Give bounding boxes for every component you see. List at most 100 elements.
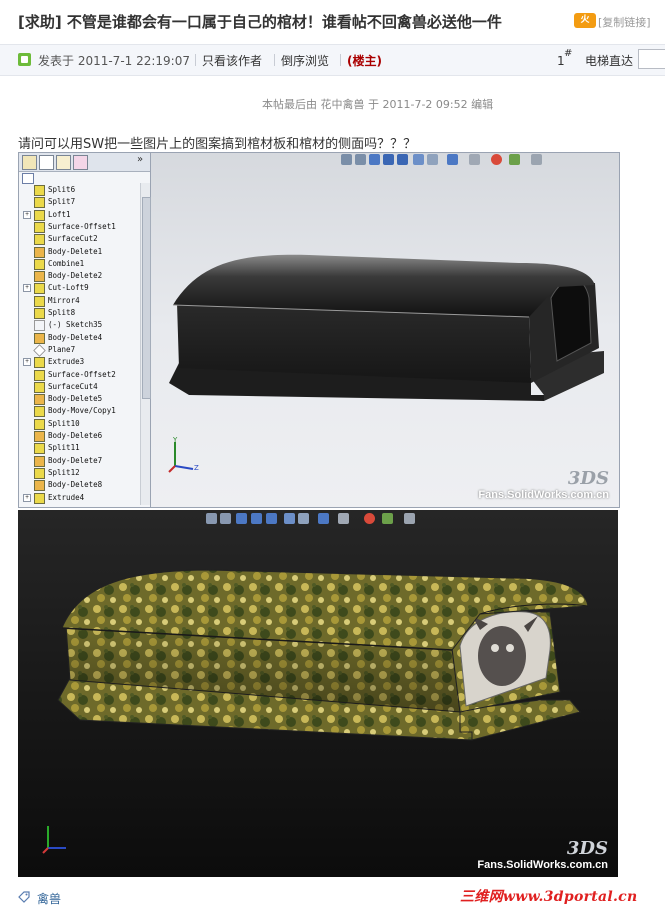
feature-tree-item-label: SurfaceCut2 xyxy=(48,234,98,244)
previous-view-icon[interactable] xyxy=(369,154,380,165)
rotate-icon[interactable] xyxy=(251,513,262,524)
hide-show-icon[interactable] xyxy=(338,513,349,524)
feature-tree-item-label: SurfaceCut4 xyxy=(48,381,98,391)
view-orientation-icon[interactable] xyxy=(298,513,309,524)
expand-icon[interactable]: + xyxy=(23,493,31,502)
feature-tree-item[interactable]: Split11 xyxy=(23,442,143,455)
feature-tree-item[interactable]: Mirror4 xyxy=(23,295,143,307)
feature-tree-item-label: Mirror4 xyxy=(48,295,80,305)
feature-tree-item[interactable]: SurfaceCut4 xyxy=(23,381,143,393)
previous-view-icon[interactable] xyxy=(236,513,247,524)
mirror-icon xyxy=(34,295,45,307)
feature-tree-item-label: Split10 xyxy=(48,418,80,428)
loft-icon xyxy=(34,209,45,221)
feature-tree-item[interactable]: Body-Delete6 xyxy=(23,430,143,442)
feature-tree-item[interactable]: SurfaceCut2 xyxy=(23,233,143,246)
hide-show-icon[interactable] xyxy=(469,154,480,165)
display-style-icon[interactable] xyxy=(318,513,329,524)
divider xyxy=(274,54,275,66)
feature-tree-item-label: Body-Delete5 xyxy=(48,394,103,404)
feature-tree-item[interactable]: Split10 xyxy=(23,418,143,430)
feature-tree-item[interactable]: Body-Delete7 xyxy=(23,455,143,467)
title-row: [求助] 不管是谁都会有一口属于自己的棺材！谁看帖不回禽兽必送他一件 火 [复制… xyxy=(18,8,658,34)
view-settings-icon[interactable] xyxy=(531,154,542,165)
rotate-icon[interactable] xyxy=(383,154,394,165)
filter-icon[interactable] xyxy=(22,173,34,184)
delete-icon xyxy=(34,455,45,467)
feature-tree-item[interactable]: Body-Delete4 xyxy=(23,332,143,344)
zoom-to-fit-icon[interactable] xyxy=(341,154,352,165)
expand-panel-icon[interactable]: » xyxy=(137,154,143,165)
zoom-area-icon[interactable] xyxy=(355,154,366,165)
section-view-icon[interactable] xyxy=(284,513,295,524)
feature-tree-item-label: Body-Move/Copy1 xyxy=(48,406,116,416)
feature-tree-scrollbar[interactable] xyxy=(140,183,151,505)
delete-icon xyxy=(34,271,45,283)
feature-tree-item[interactable]: Split7 xyxy=(23,196,143,209)
feature-tree-item[interactable]: Split6 xyxy=(23,184,143,196)
config-tab-icon[interactable] xyxy=(56,155,71,170)
ds-logo-icon: 3DS xyxy=(566,838,608,859)
display-style-icon[interactable] xyxy=(447,154,458,165)
cut-icon xyxy=(34,283,45,295)
feature-tree-item-label: Split8 xyxy=(48,308,76,317)
coffin-model-black[interactable] xyxy=(159,243,609,418)
feature-tree-tab-icon[interactable] xyxy=(22,155,37,170)
surface-icon xyxy=(34,234,45,246)
zoom-area-icon[interactable] xyxy=(220,513,231,524)
dimxpert-tab-icon[interactable] xyxy=(73,155,88,170)
elevator-input[interactable] xyxy=(638,49,665,69)
feature-tree-item[interactable]: Body-Delete8 xyxy=(23,479,143,492)
feature-tree-item[interactable]: + Extrude3 xyxy=(23,356,143,369)
view-orientation-icon[interactable] xyxy=(427,154,438,165)
expand-icon[interactable]: + xyxy=(23,284,31,293)
reverse-order-link[interactable]: 倒序浏览 xyxy=(281,52,329,69)
pan-icon[interactable] xyxy=(266,513,277,524)
feature-tree-item[interactable]: Plane7 xyxy=(23,344,143,357)
user-tag-link[interactable]: 禽兽 xyxy=(37,890,61,907)
feature-tree-item-label: Surface-Offset1 xyxy=(48,221,116,231)
feature-tree-item[interactable]: Body-Delete1 xyxy=(23,246,143,258)
feature-tree-item[interactable]: Body-Move/Copy1 xyxy=(23,405,143,418)
ds-logo-icon: 3DS xyxy=(567,468,609,489)
scene-icon[interactable] xyxy=(382,513,393,524)
scene-icon[interactable] xyxy=(509,154,520,165)
feature-tree-item-label: Body-Delete8 xyxy=(48,480,103,490)
site-watermark: 三维网www.3dportal.cn xyxy=(460,889,638,905)
zoom-to-fit-icon[interactable] xyxy=(206,513,217,524)
coffin-model-textured[interactable] xyxy=(40,560,600,785)
feature-tree-item[interactable]: Body-Delete5 xyxy=(23,393,143,406)
feature-tree-item[interactable]: Body-Delete2 xyxy=(23,270,143,283)
floor-symbol: # xyxy=(564,48,573,59)
pan-icon[interactable] xyxy=(397,154,408,165)
delete-icon xyxy=(34,480,45,492)
expand-icon[interactable]: + xyxy=(23,210,31,219)
feature-tree-item[interactable]: Split8 xyxy=(23,307,143,319)
feature-tree-item-label: Plane7 xyxy=(48,344,76,354)
scrollbar-thumb[interactable] xyxy=(142,197,151,399)
feature-tree-item[interactable]: + Cut-Loft9 xyxy=(23,282,143,295)
copy-link-button[interactable]: [复制链接] xyxy=(598,14,651,30)
appearance-icon[interactable] xyxy=(364,513,375,524)
graphics-viewport-1[interactable]: Y Z 3DS Fans.SolidWorks.com.cn xyxy=(151,153,619,507)
feature-tree-item[interactable]: + Extrude4 xyxy=(23,492,143,504)
feature-tree-item-label: Extrude3 xyxy=(48,357,85,367)
feature-tree-item[interactable]: Split12 xyxy=(23,467,143,479)
property-tab-icon[interactable] xyxy=(39,155,54,170)
feature-tree-item[interactable]: (-) Sketch35 xyxy=(23,319,143,332)
view-settings-icon[interactable] xyxy=(404,513,415,524)
solidworks-logo-2: 3DS Fans.SolidWorks.com.cn xyxy=(477,838,608,871)
feature-tree-item[interactable]: Combine1 xyxy=(23,258,143,270)
feature-tree-item-label: Body-Delete1 xyxy=(48,246,103,256)
feature-tree-item[interactable]: Surface-Offset2 xyxy=(23,369,143,381)
feature-tree-list: Split6 Split7 + Loft1 Surface-Offset1 Surface… xyxy=(23,184,139,504)
feature-tree-item-label: Body-Delete2 xyxy=(48,271,103,281)
feature-tree-item[interactable]: + Loft1 xyxy=(23,209,143,221)
expand-icon[interactable]: + xyxy=(23,358,31,367)
feature-tree-item[interactable]: Surface-Offset1 xyxy=(23,221,143,233)
section-view-icon[interactable] xyxy=(413,154,424,165)
only-author-link[interactable]: 只看该作者 xyxy=(202,52,262,69)
feature-tree-item-label: Loft1 xyxy=(48,209,71,219)
appearance-icon[interactable] xyxy=(491,154,502,165)
thread-title: [求助] 不管是谁都会有一口属于自己的棺材！谁看帖不回禽兽必送他一件 xyxy=(18,13,502,31)
